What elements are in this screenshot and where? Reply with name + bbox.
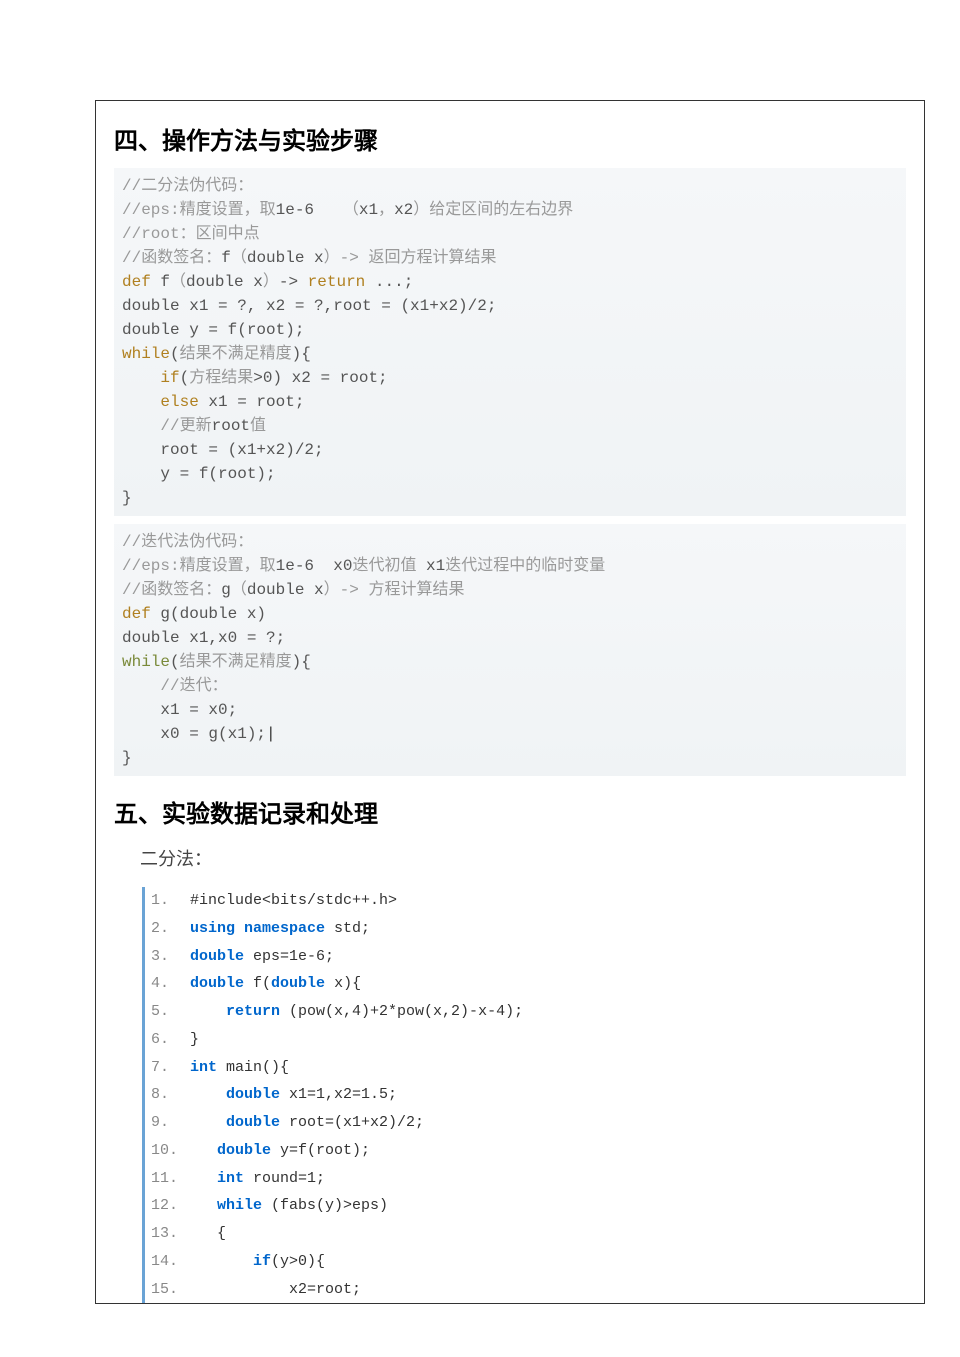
line-number: 3. [151, 943, 181, 971]
line-number: 7. [151, 1054, 181, 1082]
code-line: 5. return (pow(x,4)+2*pow(x,2)-x-4); [145, 998, 906, 1026]
code-line: 13. { [145, 1220, 906, 1248]
line-number: 14. [151, 1248, 181, 1276]
line-content: if(y>0){ [181, 1248, 325, 1276]
line-content: using namespace std; [181, 915, 370, 943]
document-page: 四、操作方法与实验步骤 //二分法伪代码：//eps:精度设置，取1e-6 （x… [95, 100, 925, 1304]
line-content: double y=f(root); [181, 1137, 370, 1165]
cpp-code-block: 1. #include<bits/stdc++.h>2. using names… [142, 887, 906, 1303]
code-line: 1. #include<bits/stdc++.h> [145, 887, 906, 915]
line-content: #include<bits/stdc++.h> [181, 887, 397, 915]
line-number: 12. [151, 1192, 181, 1220]
line-content: while (fabs(y)>eps) [181, 1192, 388, 1220]
line-number: 4. [151, 970, 181, 998]
line-content: double eps=1e-6; [181, 943, 334, 971]
code-line: 12. while (fabs(y)>eps) [145, 1192, 906, 1220]
section-4-heading: 四、操作方法与实验步骤 [114, 121, 906, 156]
line-number: 10. [151, 1137, 181, 1165]
section-5-heading: 五、实验数据记录和处理 [114, 794, 906, 829]
code-line: 4. double f(double x){ [145, 970, 906, 998]
line-number: 9. [151, 1109, 181, 1137]
line-content: x2=root; [181, 1276, 361, 1304]
code-line: 9. double root=(x1+x2)/2; [145, 1109, 906, 1137]
line-number: 6. [151, 1026, 181, 1054]
line-number: 11. [151, 1165, 181, 1193]
line-content: return (pow(x,4)+2*pow(x,2)-x-4); [181, 998, 523, 1026]
pseudocode-bisection: //二分法伪代码：//eps:精度设置，取1e-6 （x1，x2）给定区间的左右… [114, 168, 906, 516]
code-line: 8. double x1=1,x2=1.5; [145, 1081, 906, 1109]
code-line: 14. if(y>0){ [145, 1248, 906, 1276]
code-line: 15. x2=root; [145, 1276, 906, 1304]
line-content: double root=(x1+x2)/2; [181, 1109, 424, 1137]
line-number: 13. [151, 1220, 181, 1248]
pseudocode-iteration: //迭代法伪代码：//eps:精度设置，取1e-6 x0迭代初值 x1迭代过程中… [114, 524, 906, 776]
subsection-label-bisection: 二分法： [140, 845, 906, 871]
line-content: int main(){ [181, 1054, 289, 1082]
code-line: 6. } [145, 1026, 906, 1054]
code-line: 3. double eps=1e-6; [145, 943, 906, 971]
line-number: 8. [151, 1081, 181, 1109]
line-number: 1. [151, 887, 181, 915]
code-line: 10. double y=f(root); [145, 1137, 906, 1165]
line-content: } [181, 1026, 199, 1054]
line-content: int round=1; [181, 1165, 325, 1193]
code-line: 7. int main(){ [145, 1054, 906, 1082]
line-content: double f(double x){ [181, 970, 361, 998]
line-number: 2. [151, 915, 181, 943]
line-content: double x1=1,x2=1.5; [181, 1081, 397, 1109]
code-line: 2. using namespace std; [145, 915, 906, 943]
line-number: 5. [151, 998, 181, 1026]
line-content: { [181, 1220, 226, 1248]
line-number: 15. [151, 1276, 181, 1304]
code-line: 11. int round=1; [145, 1165, 906, 1193]
